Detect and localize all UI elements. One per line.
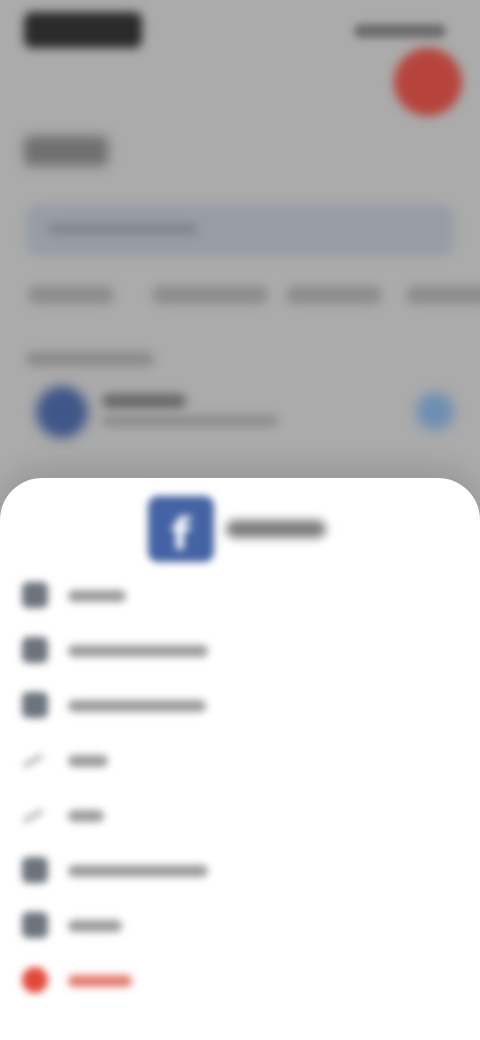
search-input[interactable]	[26, 204, 454, 256]
filter-chips	[28, 282, 480, 312]
filter-chip[interactable]	[152, 286, 268, 304]
status-icons	[354, 24, 446, 38]
edit-icon	[22, 753, 44, 769]
app-screen: f	[0, 0, 480, 1040]
share-icon	[22, 808, 44, 824]
menu-item-label	[68, 810, 104, 822]
menu-item-archive[interactable]	[16, 904, 464, 948]
section-label	[26, 352, 154, 366]
status-time	[24, 12, 142, 48]
status-bar	[0, 0, 480, 60]
menu-item-open[interactable]	[16, 574, 464, 618]
page-title	[24, 136, 108, 166]
menu-item-label	[68, 645, 208, 657]
facebook-logo-icon: f	[148, 496, 214, 562]
menu-item-copy-username[interactable]	[16, 629, 464, 673]
menu-item-label	[68, 865, 208, 877]
key-icon	[22, 857, 48, 883]
copy-icon	[22, 637, 48, 663]
filter-chip[interactable]	[286, 286, 382, 304]
filter-chip[interactable]	[406, 286, 480, 304]
menu-item-copy-password[interactable]	[16, 684, 464, 728]
account-row[interactable]	[30, 380, 460, 444]
menu-item-delete[interactable]	[16, 959, 464, 1003]
menu-item-label	[68, 590, 126, 602]
menu-item-label	[68, 920, 122, 932]
menu-item-label	[68, 975, 132, 987]
archive-icon	[22, 912, 48, 938]
globe-icon	[22, 582, 48, 608]
search-placeholder	[48, 224, 198, 234]
account-name	[102, 394, 186, 408]
sheet-header: f	[0, 496, 480, 562]
avatar[interactable]	[394, 48, 462, 116]
bottom-sheet: f	[0, 478, 480, 1040]
copy-icon	[22, 692, 48, 718]
menu-item-label	[68, 755, 108, 767]
filter-chip[interactable]	[28, 286, 114, 304]
account-subtitle	[102, 416, 278, 426]
menu-item-edit[interactable]	[16, 739, 464, 783]
delete-icon	[22, 967, 48, 993]
sheet-title	[226, 520, 326, 538]
menu-item-password-history[interactable]	[16, 849, 464, 893]
account-logo	[36, 386, 88, 438]
menu-item-label	[68, 700, 206, 712]
info-icon[interactable]	[416, 392, 454, 430]
menu-item-share[interactable]	[16, 794, 464, 838]
